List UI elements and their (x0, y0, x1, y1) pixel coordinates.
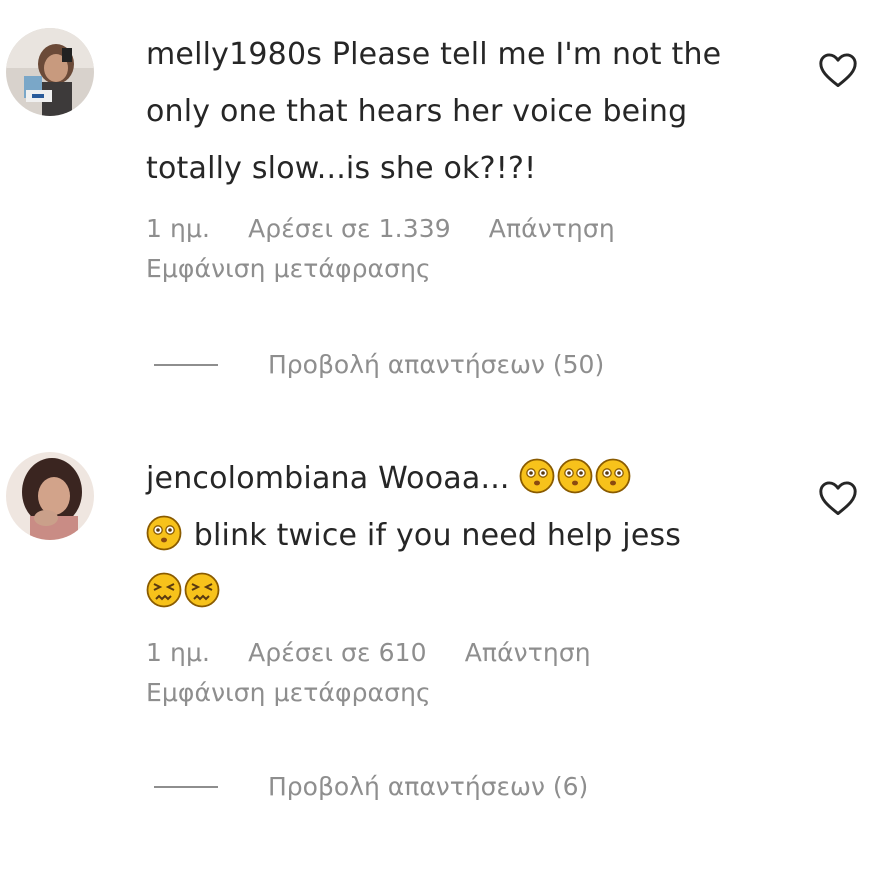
comment-likes-count[interactable]: Αρέσει σε 610 (248, 638, 427, 667)
comment-meta: 1 ημ. Αρέσει σε 610 Απάντηση Εμφάνιση με… (146, 633, 776, 713)
confounded-face-emoji-icon (184, 572, 220, 608)
replies-divider-line (154, 363, 218, 366)
avatar[interactable] (6, 452, 94, 540)
see-translation-link[interactable]: Εμφάνιση μετάφρασης (146, 673, 776, 713)
see-translation-link[interactable]: Εμφάνιση μετάφρασης (146, 249, 776, 289)
view-replies-button[interactable]: Προβολή απαντήσεων (50) (154, 350, 604, 379)
comment-text: jencolombiana Wooaa... blink twice if yo… (146, 450, 776, 621)
view-replies-label: Προβολή απαντήσεων (6) (268, 772, 589, 801)
comment-text: melly1980s Please tell me I'm not the on… (146, 26, 776, 197)
replies-divider-line (154, 785, 218, 788)
flushed-face-emoji-icon (596, 458, 631, 494)
comment-meta: 1 ημ. Αρέσει σε 1.339 Απάντηση Εμφάνιση … (146, 209, 776, 289)
heart-icon[interactable] (818, 480, 858, 516)
comment-username[interactable]: jencolombiana (146, 461, 368, 496)
avatar-photo (6, 452, 94, 540)
view-replies-button[interactable]: Προβολή απαντήσεων (6) (154, 772, 588, 801)
reply-button[interactable]: Απάντηση (489, 214, 615, 243)
comment-body: melly1980s Please tell me I'm not the on… (146, 28, 776, 289)
comment-username[interactable]: melly1980s (146, 37, 322, 72)
flushed-face-emoji-icon (146, 515, 182, 551)
view-replies-label: Προβολή απαντήσεων (50) (268, 350, 605, 379)
comment-message-part1: Wooaa... (378, 461, 510, 496)
heart-icon[interactable] (818, 52, 858, 88)
comment-time[interactable]: 1 ημ. (146, 214, 210, 243)
avatar[interactable] (6, 28, 94, 116)
reply-button[interactable]: Απάντηση (465, 638, 591, 667)
avatar-photo (6, 28, 94, 116)
comment-likes-count[interactable]: Αρέσει σε 1.339 (248, 214, 451, 243)
flushed-face-emoji-icon (558, 458, 593, 494)
comment-time[interactable]: 1 ημ. (146, 638, 210, 667)
comment-body: jencolombiana Wooaa... blink twice if yo… (146, 452, 776, 713)
confounded-face-emoji-icon (146, 572, 182, 608)
comment-message-part2: blink twice if you need help jess (193, 518, 682, 553)
flushed-face-emoji-icon (520, 458, 555, 494)
